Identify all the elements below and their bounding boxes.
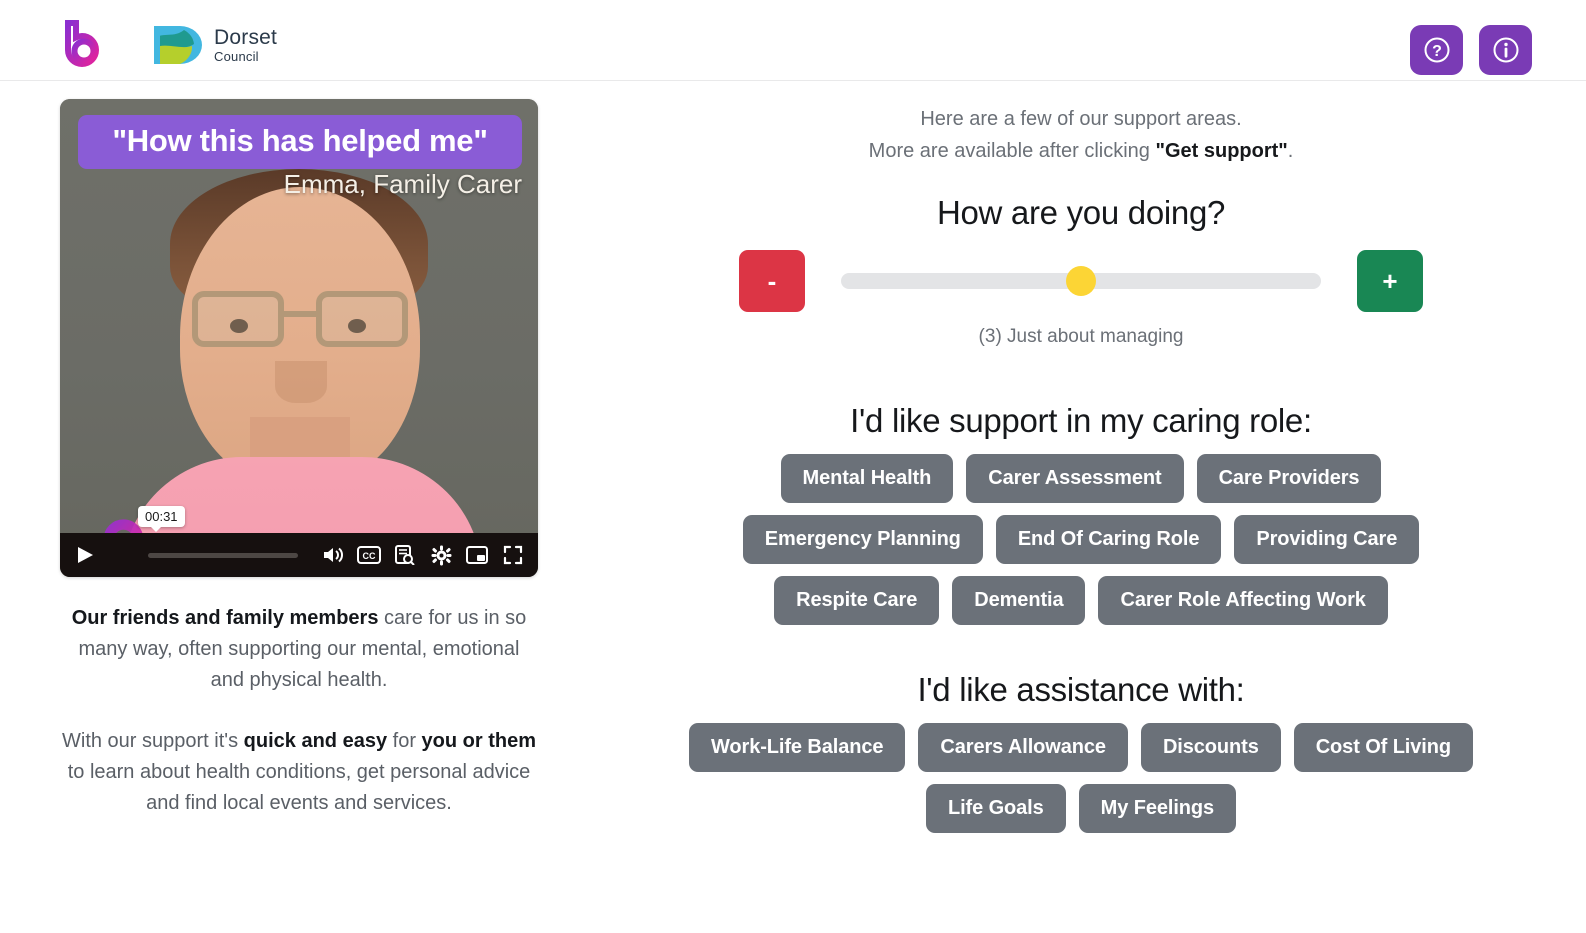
assistance-title: I'd like assistance with: xyxy=(917,670,1245,708)
get-support-emphasis: "Get support" xyxy=(1155,140,1288,163)
dorset-label: Dorset xyxy=(214,26,278,49)
mood-slider[interactable] xyxy=(841,250,1321,312)
cc-icon[interactable]: CC xyxy=(356,542,382,568)
video-time-tooltip: 00:31 xyxy=(138,506,185,532)
brand-b-icon[interactable] xyxy=(60,20,106,68)
chip-carer-role-affecting-work[interactable]: Carer Role Affecting Work xyxy=(1098,575,1388,625)
chip-cost-of-living[interactable]: Cost Of Living xyxy=(1293,722,1473,772)
left-paragraph-1-bold: Our friends and family members xyxy=(71,607,379,629)
caring-role-chips: Mental Health Carer Assessment Care Prov… xyxy=(624,453,1538,625)
header-actions: ? xyxy=(1410,25,1532,75)
video-progress-bar[interactable] xyxy=(148,552,298,558)
chip-mental-health[interactable]: Mental Health xyxy=(780,453,954,503)
mood-increase-button[interactable]: + xyxy=(1357,249,1423,312)
video-subtitle: Emma, Family Carer xyxy=(283,169,522,199)
dorset-council-mark xyxy=(154,26,202,64)
intro-text: Here are a few of our support areas. Mor… xyxy=(624,103,1538,168)
testimonial-video-player[interactable]: "How this has helped me" Emma, Family Ca… xyxy=(60,99,538,577)
chip-row: Respite Care Dementia Carer Role Affecti… xyxy=(624,575,1538,625)
dorset-council-wordmark: Dorset Council xyxy=(214,27,277,63)
svg-text:CC: CC xyxy=(363,551,376,561)
chip-care-providers[interactable]: Care Providers xyxy=(1196,453,1382,503)
play-icon[interactable] xyxy=(68,540,102,570)
intro-line-2-a: More are available after clicking xyxy=(868,140,1156,163)
chip-my-feelings[interactable]: My Feelings xyxy=(1078,783,1237,833)
chip-discounts[interactable]: Discounts xyxy=(1140,722,1281,772)
main-content: "How this has helped me" Emma, Family Ca… xyxy=(0,81,1586,933)
info-circle-icon xyxy=(1493,37,1518,63)
chip-carers-allowance[interactable]: Carers Allowance xyxy=(918,722,1128,772)
assistance-chips: Work-Life Balance Carers Allowance Disco… xyxy=(624,722,1538,833)
chip-carer-assessment[interactable]: Carer Assessment xyxy=(966,453,1184,503)
intro-line-1: Here are a few of our support areas. xyxy=(920,108,1242,130)
chip-emergency-planning[interactable]: Emergency Planning xyxy=(742,514,983,564)
right-column: Here are a few of our support areas. Mor… xyxy=(600,81,1586,933)
info-button[interactable] xyxy=(1479,25,1532,75)
fullscreen-icon[interactable] xyxy=(500,542,526,568)
picture-in-picture-icon[interactable] xyxy=(464,542,490,568)
caring-role-title: I'd like support in my caring role: xyxy=(850,401,1312,439)
video-person-nose xyxy=(275,361,327,403)
dorset-council-logo[interactable]: Dorset Council xyxy=(150,22,277,68)
mood-value-label: (3) Just about managing xyxy=(978,325,1184,347)
video-controls-bar: CC xyxy=(60,533,538,577)
mood-decrease-button[interactable]: - xyxy=(739,249,805,312)
left-paragraph-1: Our friends and family members care for … xyxy=(60,603,538,696)
council-label: Council xyxy=(214,49,259,64)
left-paragraph-2-d: to learn about health conditions, get pe… xyxy=(67,761,531,814)
left-paragraph-2: With our support it's quick and easy for… xyxy=(60,726,538,819)
chip-row: Emergency Planning End Of Caring Role Pr… xyxy=(624,514,1538,564)
svg-text:?: ? xyxy=(1432,43,1442,60)
intro-line-2: More are available after clicking "Get s… xyxy=(624,135,1538,167)
chip-row: Mental Health Carer Assessment Care Prov… xyxy=(624,453,1538,503)
left-paragraph-2-c: for xyxy=(387,730,422,752)
gear-icon[interactable] xyxy=(428,542,454,568)
left-paragraph-2-bold-1: quick and easy xyxy=(243,730,388,752)
left-paragraph-2-bold-2: you or them xyxy=(421,730,536,752)
intro-line-2-c: . xyxy=(1287,140,1294,163)
chip-dementia[interactable]: Dementia xyxy=(952,575,1086,625)
chip-respite-care[interactable]: Respite Care xyxy=(774,575,940,625)
transcript-search-icon[interactable] xyxy=(392,542,418,568)
mood-slider-thumb[interactable] xyxy=(1066,265,1096,296)
chip-providing-care[interactable]: Providing Care xyxy=(1234,514,1420,564)
chip-row: Life Goals My Feelings xyxy=(624,783,1538,833)
chip-row: Work-Life Balance Carers Allowance Disco… xyxy=(624,722,1538,772)
left-paragraph-2-a: With our support it's xyxy=(62,730,244,752)
mood-slider-row: - + xyxy=(624,249,1538,312)
video-person-glasses xyxy=(192,291,408,349)
chip-life-goals[interactable]: Life Goals xyxy=(925,783,1066,833)
volume-icon[interactable] xyxy=(320,542,346,568)
app-header: Dorset Council ? xyxy=(0,0,1586,81)
chip-end-of-caring-role[interactable]: End Of Caring Role xyxy=(995,514,1222,564)
mood-question: How are you doing? xyxy=(936,193,1226,231)
left-column: "How this has helped me" Emma, Family Ca… xyxy=(0,81,600,933)
video-title-banner: "How this has helped me" xyxy=(78,115,522,169)
help-button[interactable]: ? xyxy=(1410,25,1463,75)
chip-work-life-balance[interactable]: Work-Life Balance xyxy=(689,722,906,772)
question-mark-circle-icon: ? xyxy=(1424,37,1449,63)
